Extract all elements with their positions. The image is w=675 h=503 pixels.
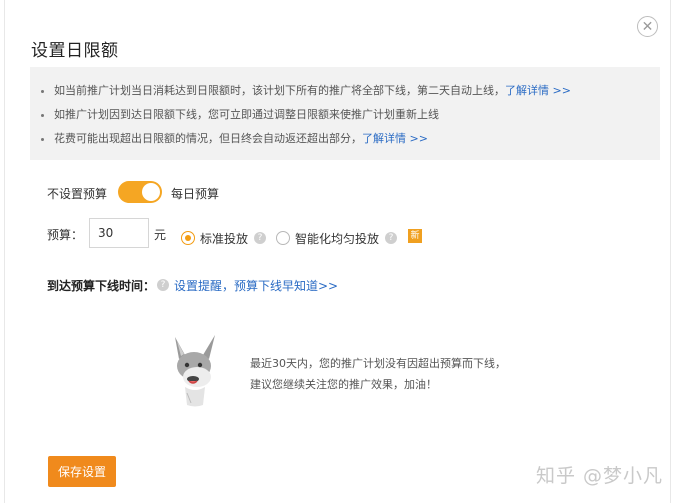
notice-item: 如推广计划因到达日限额下线，您可立即通过调整日限额来使推广计划重新上线 xyxy=(30,104,660,128)
budget-label: 预算： xyxy=(47,228,84,242)
question-circle-icon[interactable]: ? xyxy=(385,232,397,244)
save-settings-button[interactable]: 保存设置 xyxy=(48,456,116,487)
learn-more-link[interactable]: 了解详情 >> xyxy=(362,132,428,145)
dialog-title: 设置日限额 xyxy=(31,41,119,61)
notice-text: 花费可能出现超出日限额的情况，但日终会自动返还超出部分， xyxy=(54,132,362,145)
toggle-knob xyxy=(142,183,160,201)
bullet-icon xyxy=(41,138,44,141)
bullet-icon xyxy=(41,90,44,93)
question-circle-icon[interactable]: ? xyxy=(157,279,169,291)
budget-input[interactable] xyxy=(89,218,149,248)
no-budget-label[interactable]: 不设置预算 xyxy=(47,185,107,202)
empty-state-message: 最近30天内，您的推广计划没有因超出预算而下线， 建议您继续关注您的推广效果，加… xyxy=(250,353,506,395)
empty-state-line: 建议您继续关注您的推广效果，加油！ xyxy=(250,378,437,391)
new-badge: 新 xyxy=(408,229,422,243)
close-icon[interactable]: ✕ xyxy=(637,16,658,37)
notice-text: 如当前推广计划当日消耗达到日限额时，该计划下所有的推广将全部下线，第二天自动上线… xyxy=(54,84,505,97)
daily-budget-label[interactable]: 每日预算 xyxy=(171,185,219,202)
standard-delivery-radio[interactable] xyxy=(181,231,195,245)
notice-item: 如当前推广计划当日消耗达到日限额时，该计划下所有的推广将全部下线，第二天自动上线… xyxy=(30,80,660,104)
standard-delivery-label[interactable]: 标准投放 xyxy=(200,230,248,247)
notice-item: 花费可能出现超出日限额的情况，但日终会自动返还超出部分，了解详情 >> xyxy=(30,128,660,152)
learn-more-link[interactable]: 了解详情 >> xyxy=(505,84,571,97)
budget-unit: 元 xyxy=(154,228,167,242)
set-daily-limit-dialog: ✕ 设置日限额 如当前推广计划当日消耗达到日限额时，该计划下所有的推广将全部下线… xyxy=(4,0,671,503)
donkey-mascot-icon xyxy=(175,335,215,407)
set-reminder-link[interactable]: 设置提醒，预算下线早知道>> xyxy=(174,277,338,294)
watermark: 知乎 @梦小凡 xyxy=(536,465,664,487)
offline-time-label: 到达预算下线时间： xyxy=(47,279,156,293)
question-circle-icon[interactable]: ? xyxy=(254,232,266,244)
smart-even-delivery-radio[interactable] xyxy=(276,231,290,245)
smart-even-delivery-label[interactable]: 智能化均匀投放 xyxy=(295,230,379,247)
daily-budget-toggle[interactable] xyxy=(118,181,162,203)
notice-box: 如当前推广计划当日消耗达到日限额时，该计划下所有的推广将全部下线，第二天自动上线… xyxy=(30,67,660,160)
empty-state-line: 最近30天内，您的推广计划没有因超出预算而下线， xyxy=(250,357,506,370)
bullet-icon xyxy=(41,114,44,117)
notice-text: 如推广计划因到达日限额下线，您可立即通过调整日限额来使推广计划重新上线 xyxy=(54,108,439,121)
